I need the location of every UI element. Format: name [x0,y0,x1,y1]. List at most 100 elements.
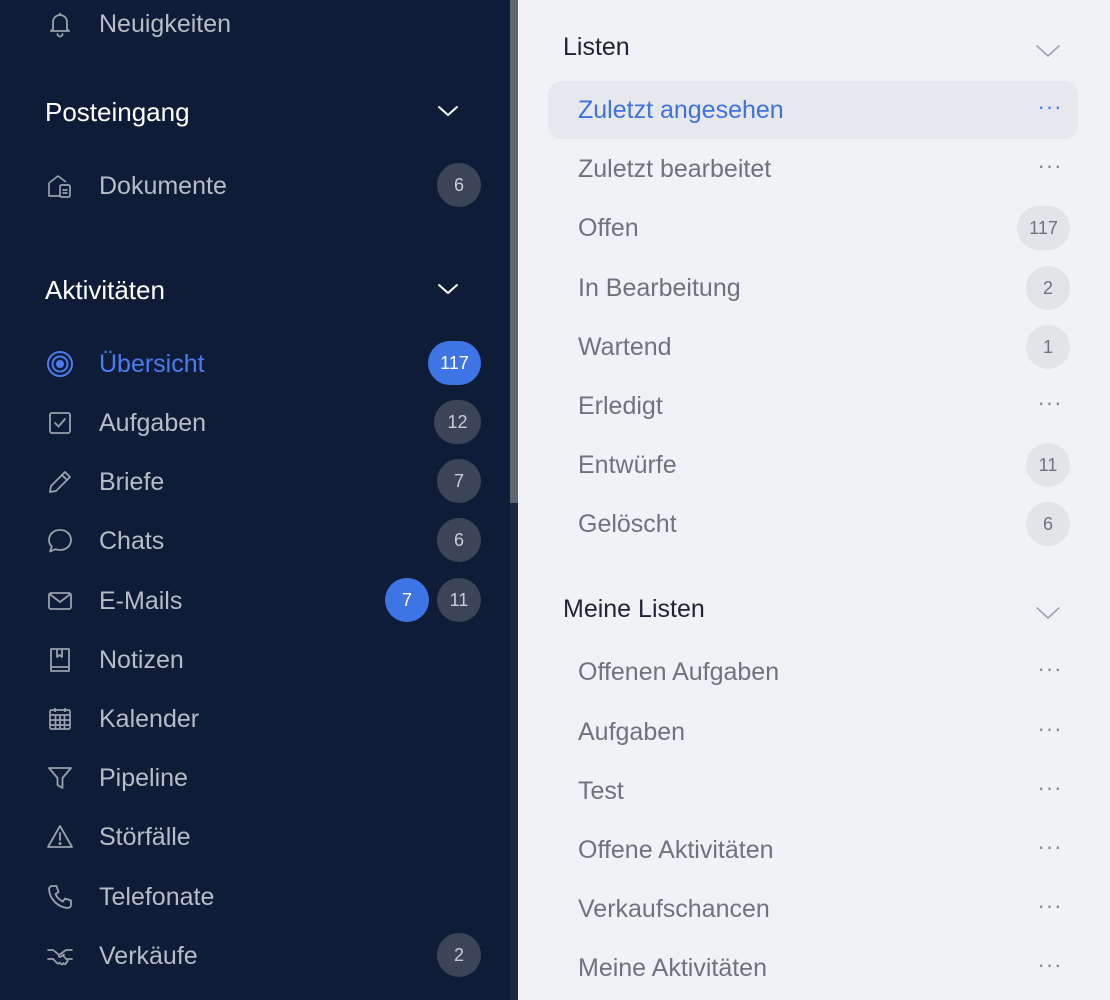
list-item-aufgaben[interactable]: Aufgaben ··· [548,703,1078,761]
list-item-in-bearbeitung[interactable]: In Bearbeitung 2 [548,259,1078,317]
sidebar-item-label: Pipeline [99,764,188,792]
pencil-icon [46,468,74,496]
sidebar-scrollbar-track[interactable] [510,503,518,1000]
list-item-label: Offenen Aufgaben [578,658,780,686]
section-header-posteingang[interactable]: Posteingang [0,91,510,131]
section-title: Meine Listen [563,595,705,623]
lists-panel: Listen Zuletzt angesehen ··· Zuletzt bea… [518,0,1110,1000]
list-item-label: Meine Aktivitäten [578,954,767,982]
chevron-down-icon [436,99,460,123]
list-item-zuletzt-bearbeitet[interactable]: Zuletzt bearbeitet ··· [548,140,1078,198]
bell-icon [46,10,74,38]
sidebar: Neuigkeiten Posteingang Dokumente 6 Akti… [0,0,518,1000]
count-badge: 7 [437,459,481,503]
notebook-icon [46,646,74,674]
sidebar-item-label: Neuigkeiten [99,10,232,38]
list-item-label: Zuletzt bearbeitet [578,155,772,183]
more-options-icon[interactable]: ··· [1032,389,1068,421]
phone-icon [46,883,74,911]
sidebar-item-briefe[interactable]: Briefe 7 [0,456,510,506]
list-item-offene-aktivitaeten[interactable]: Offene Aktivitäten ··· [548,821,1078,879]
sidebar-item-stoerfaelle[interactable]: Störfälle [0,811,510,861]
list-item-erledigt[interactable]: Erledigt ··· [548,377,1078,435]
sidebar-item-label: Dokumente [99,172,227,200]
calendar-icon [46,705,74,733]
count-badge: 117 [1017,206,1070,250]
sidebar-item-label: E-Mails [99,587,183,615]
funnel-icon [46,764,74,792]
sidebar-item-label: Störfälle [99,823,191,851]
list-item-geloescht[interactable]: Gelöscht 6 [548,495,1078,553]
more-options-icon[interactable]: ··· [1032,152,1068,184]
list-item-label: Test [578,777,624,805]
count-badge: 6 [437,518,481,562]
section-header-meine-listen[interactable]: Meine Listen [518,590,1110,630]
section-title: Listen [563,33,630,61]
unread-badge: 7 [385,578,429,622]
more-options-icon[interactable]: ··· [1032,715,1068,747]
sidebar-item-notizen[interactable]: Notizen [0,634,510,684]
count-badge: 11 [437,578,481,622]
list-item-test[interactable]: Test ··· [548,762,1078,820]
count-badge: 2 [437,933,481,977]
list-item-entwuerfe[interactable]: Entwürfe 11 [548,436,1078,494]
list-item-zuletzt-angesehen[interactable]: Zuletzt angesehen ··· [548,81,1078,139]
list-item-label: Zuletzt angesehen [578,96,784,124]
sidebar-item-uebersicht[interactable]: Übersicht 117 [0,338,510,388]
chevron-down-icon [436,277,460,301]
list-item-label: Gelöscht [578,510,677,538]
sidebar-item-emails[interactable]: E-Mails 7 11 [0,575,510,625]
sidebar-item-label: Telefonate [99,883,215,911]
sidebar-item-pipeline[interactable]: Pipeline [0,752,510,802]
chevron-down-icon [1034,38,1062,62]
list-item-offen[interactable]: Offen 117 [548,199,1078,257]
sidebar-item-label: Aufgaben [99,409,207,437]
more-options-icon[interactable]: ··· [1032,774,1068,806]
list-item-label: Offen [578,214,639,242]
sidebar-item-aufgaben[interactable]: Aufgaben 12 [0,397,510,447]
section-title: Posteingang [45,97,190,127]
count-badge: 1 [1026,325,1070,369]
sidebar-item-verkaeufe[interactable]: Verkäufe 2 [0,930,510,980]
count-badge: 6 [437,163,481,207]
section-header-aktivitaeten[interactable]: Aktivitäten [0,269,510,309]
sidebar-item-neuigkeiten[interactable]: Neuigkeiten [0,0,510,48]
documents-icon [46,172,74,200]
more-options-icon[interactable]: ··· [1032,833,1068,865]
list-item-label: In Bearbeitung [578,274,741,302]
list-item-meine-aktivitaeten[interactable]: Meine Aktivitäten ··· [548,939,1078,997]
list-item-label: Aufgaben [578,718,686,746]
list-item-label: Wartend [578,333,672,361]
handshake-icon [46,942,74,970]
list-item-label: Verkaufschancen [578,895,770,923]
list-item-verkaufschancen[interactable]: Verkaufschancen ··· [548,880,1078,938]
sidebar-scrollbar-thumb[interactable] [510,0,518,503]
sidebar-item-label: Verkäufe [99,942,198,970]
sidebar-item-chats[interactable]: Chats 6 [0,515,510,565]
list-item-label: Entwürfe [578,451,677,479]
sidebar-item-label: Chats [99,527,165,555]
chat-bubble-icon [46,527,74,555]
target-icon [46,350,74,378]
sidebar-item-label: Übersicht [99,350,205,378]
sidebar-item-kalender[interactable]: Kalender [0,693,510,743]
sidebar-item-label: Briefe [99,468,165,496]
more-options-icon[interactable]: ··· [1032,93,1068,125]
section-header-listen[interactable]: Listen [518,28,1110,68]
list-item-label: Erledigt [578,392,663,420]
more-options-icon[interactable]: ··· [1032,951,1068,983]
count-badge: 117 [428,341,481,385]
more-options-icon[interactable]: ··· [1032,892,1068,924]
sidebar-item-label: Notizen [99,646,184,674]
sidebar-item-telefonate[interactable]: Telefonate [0,871,510,921]
count-badge: 2 [1026,266,1070,310]
count-badge: 12 [434,400,481,444]
sidebar-item-dokumente[interactable]: Dokumente 6 [0,160,510,210]
section-title: Aktivitäten [45,275,165,305]
chevron-down-icon [1034,600,1062,624]
count-badge: 6 [1026,502,1070,546]
more-options-icon[interactable]: ··· [1032,655,1068,687]
list-item-label: Offene Aktivitäten [578,836,774,864]
list-item-offenen-aufgaben[interactable]: Offenen Aufgaben ··· [548,643,1078,701]
list-item-wartend[interactable]: Wartend 1 [548,318,1078,376]
